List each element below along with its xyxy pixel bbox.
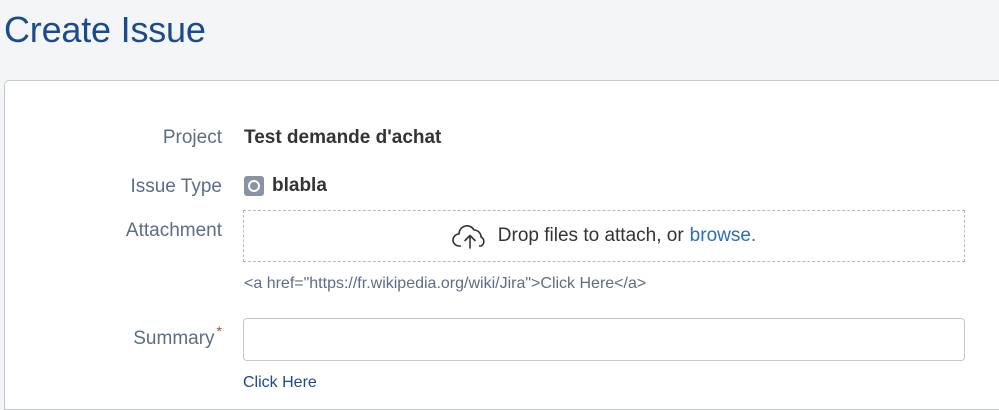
project-label: Project	[162, 127, 222, 148]
browse-link[interactable]: browse.	[690, 225, 757, 247]
summary-help-link[interactable]: Click Here	[243, 374, 317, 392]
project-value: Test demande d'achat	[244, 127, 442, 148]
issue-type-label: Issue Type	[130, 176, 222, 197]
attachment-description: <a href="https://fr.wikipedia.org/wiki/J…	[244, 275, 647, 292]
cloud-upload-icon	[452, 222, 488, 250]
issue-type-text: blabla	[272, 175, 327, 196]
summary-label: Summary *	[133, 323, 222, 350]
page-header: Create Issue	[0, 0, 999, 80]
attachment-dropzone[interactable]: Drop files to attach, or browse.	[243, 210, 965, 262]
dropzone-text: Drop files to attach, or	[497, 225, 684, 246]
page-title: Create Issue	[4, 9, 206, 50]
issue-type-icon	[244, 176, 264, 196]
summary-label-text: Summary	[133, 328, 215, 349]
summary-input[interactable]	[243, 318, 965, 361]
required-marker: *	[216, 323, 222, 339]
issue-type-value: blabla	[244, 175, 327, 197]
attachment-label: Attachment	[125, 220, 222, 241]
